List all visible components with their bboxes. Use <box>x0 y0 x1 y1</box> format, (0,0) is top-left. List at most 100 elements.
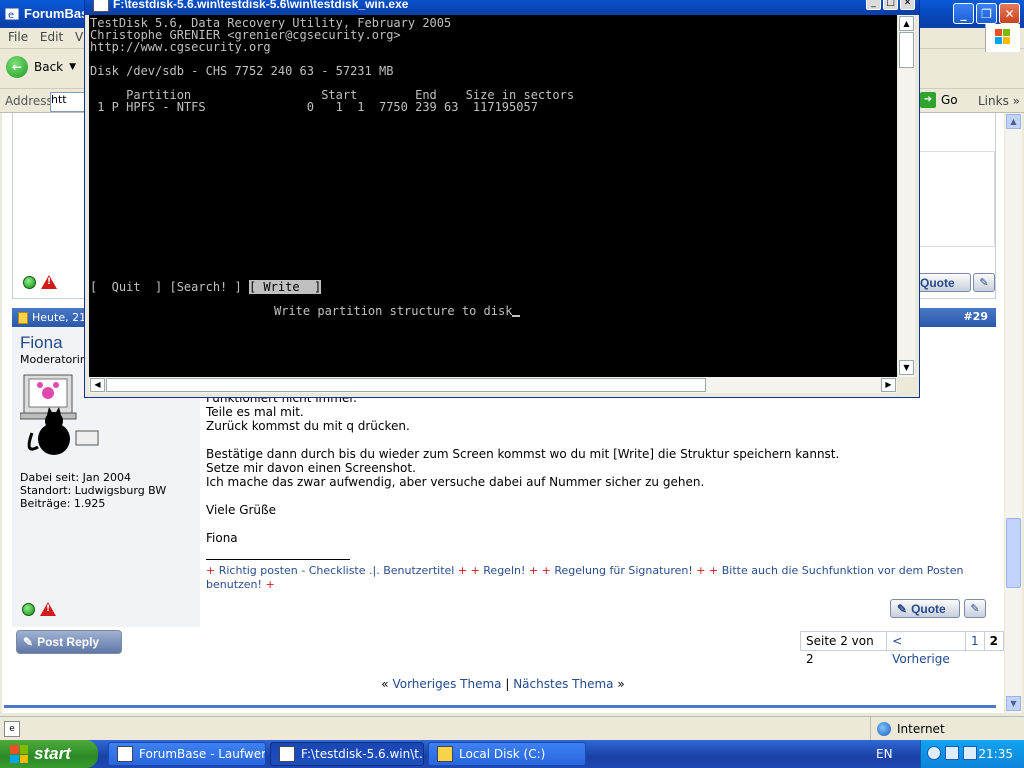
page-icon: e <box>4 721 20 737</box>
taskbar-item-explorer[interactable]: Local Disk (C:) <box>428 742 586 766</box>
globe-icon <box>877 722 891 736</box>
signature-link[interactable]: Regelung für Signaturen! <box>554 564 692 577</box>
maximize-button[interactable]: ❐ <box>976 3 997 24</box>
clock[interactable]: 21:35 <box>978 747 1013 761</box>
scroll-up-arrow[interactable]: ▲ <box>899 16 914 31</box>
post-body: Funktioniert nicht immer. Teile es mal m… <box>206 391 986 592</box>
taskbar-item-browser[interactable]: ForumBase - Laufwer... <box>108 742 266 766</box>
console-vscroll[interactable]: ▲ ▼ <box>898 15 915 377</box>
scroll-thumb[interactable] <box>1006 518 1021 588</box>
page-scrollbar[interactable]: ▲ ▼ <box>1005 113 1022 713</box>
tray-arrow-icon[interactable] <box>927 746 941 760</box>
nav-separator: | <box>505 677 510 691</box>
member-since: Dabei seit: Jan 2004 <box>20 471 132 484</box>
signature-link[interactable]: Regeln! <box>483 564 525 577</box>
post-line: Zurück kommst du mit q drücken. <box>206 419 410 433</box>
scroll-right-arrow[interactable]: ▶ <box>881 378 896 392</box>
post-line <box>206 433 986 447</box>
menu-edit[interactable]: Edit <box>40 30 63 44</box>
post-line: Bestätige dann durch bis du wieder zum S… <box>206 447 840 461</box>
start-label: start <box>34 744 71 763</box>
links-button[interactable]: Links » <box>978 94 1020 108</box>
windows-logo-icon <box>10 745 28 763</box>
console-titlebar[interactable]: F:\testdisk-5.6.win\testdisk-5.6\win\tes… <box>85 0 919 15</box>
back-button[interactable]: ← Back ▼ <box>6 56 76 78</box>
links-label: Links <box>978 94 1009 108</box>
post-line <box>206 489 986 503</box>
volume-icon[interactable] <box>963 746 977 760</box>
menu-file[interactable]: File <box>8 30 28 44</box>
chevron-down-icon[interactable]: ▼ <box>69 62 76 72</box>
scroll-down-arrow[interactable]: ▼ <box>899 360 914 375</box>
quote-button-previous[interactable]: Quote <box>913 273 971 292</box>
scroll-down-arrow[interactable]: ▼ <box>1006 696 1021 711</box>
back-arrow-icon: ← <box>6 56 28 78</box>
ie-icon: e <box>4 6 20 22</box>
post-date: Heute, 21 <box>32 311 87 324</box>
partition-row: 1 P HPFS - NTFS 0 1 1 7750 239 63 117195… <box>90 100 538 114</box>
console-title: F:\testdisk-5.6.win\testdisk-5.6\win\tes… <box>113 0 409 11</box>
console-hscroll[interactable]: ◀ ▶ <box>89 377 897 393</box>
previous-thread-link[interactable]: Vorheriges Thema <box>392 677 501 691</box>
task-label: Local Disk (C:) <box>459 747 546 761</box>
go-label: Go <box>941 93 958 107</box>
minimize-button[interactable]: _ <box>953 3 974 24</box>
scroll-left-arrow[interactable]: ◀ <box>90 378 105 392</box>
edit-icon[interactable]: ✎ <box>973 273 995 292</box>
report-icon[interactable]: ! <box>40 602 56 616</box>
go-button[interactable]: ➜ Go <box>920 92 958 108</box>
author-name[interactable]: Fiona <box>20 333 63 353</box>
search-option[interactable]: [Search! ] <box>169 280 241 294</box>
report-icon[interactable]: ! <box>41 275 57 289</box>
post-reply-button[interactable]: ✎ Post Reply <box>16 630 122 654</box>
minimize-button[interactable]: _ <box>866 0 881 10</box>
close-button[interactable]: ✕ <box>900 0 915 10</box>
maximize-button[interactable]: □ <box>883 0 898 10</box>
console-menu: [ Quit ] [Search! ] [ Write ] <box>90 280 322 294</box>
taskbar-item-console[interactable]: F:\testdisk-5.6.win\t... <box>270 742 424 766</box>
quit-option[interactable]: [ Quit ] <box>90 280 162 294</box>
laquo: « <box>381 677 389 691</box>
quote-button[interactable]: ✎ Quote <box>890 599 960 618</box>
write-option[interactable]: [ Write ] <box>248 280 322 294</box>
address-value: htt <box>51 93 67 106</box>
close-button[interactable]: ✕ <box>999 3 1020 24</box>
back-label: Back <box>34 60 64 74</box>
text-cursor <box>512 315 521 317</box>
taskbar: start ForumBase - Laufwer... F:\testdisk… <box>0 740 1024 768</box>
start-button[interactable]: start <box>0 740 98 768</box>
signature-divider <box>206 559 350 560</box>
folder-icon <box>437 746 453 762</box>
author-info: Dabei seit: Jan 2004 Standort: Ludwigsbu… <box>20 471 166 510</box>
address-input[interactable]: htt <box>50 92 88 112</box>
scroll-up-arrow[interactable]: ▲ <box>1006 114 1021 129</box>
pager-previous[interactable]: < Vorherige <box>887 632 966 666</box>
svg-text:e: e <box>8 10 14 21</box>
console-prompt: Write partition structure to disk <box>274 305 521 317</box>
edit-icon[interactable]: ✎ <box>964 599 986 618</box>
console-icon <box>93 0 109 12</box>
network-icon[interactable] <box>945 746 959 760</box>
edit-icon: ✎ <box>897 601 908 616</box>
quote-box <box>913 151 995 247</box>
next-thread-link[interactable]: Nächstes Thema <box>513 677 613 691</box>
thread-navigation: « Vorheriges Thema | Nächstes Thema » <box>2 677 1004 691</box>
pager-page-2: 2 <box>989 634 998 648</box>
zone-label: Internet <box>897 722 945 736</box>
post-line <box>206 517 986 531</box>
pager-page-1[interactable]: 1 <box>966 632 985 650</box>
author-location: Standort: Ludwigsburg BW <box>20 484 167 497</box>
quote-label: Quote <box>920 275 955 290</box>
post-number[interactable]: #29 <box>963 310 988 323</box>
quote-label: Quote <box>911 601 946 616</box>
scroll-thumb[interactable] <box>106 378 706 392</box>
post-line: Viele Grüße <box>206 503 276 517</box>
scroll-thumb[interactable] <box>899 32 914 68</box>
footer-rule <box>4 705 996 708</box>
language-indicator[interactable]: EN <box>876 747 893 761</box>
signature-link[interactable]: Richtig posten - Checkliste .|. Benutzer… <box>219 564 455 577</box>
pencil-icon: ✎ <box>23 635 34 649</box>
console-line: http://www.cgsecurity.org <box>90 40 271 54</box>
post-line: Teile es mal mit. <box>206 405 304 419</box>
console-screen[interactable]: TestDisk 5.6, Data Recovery Utility, Feb… <box>89 15 897 377</box>
